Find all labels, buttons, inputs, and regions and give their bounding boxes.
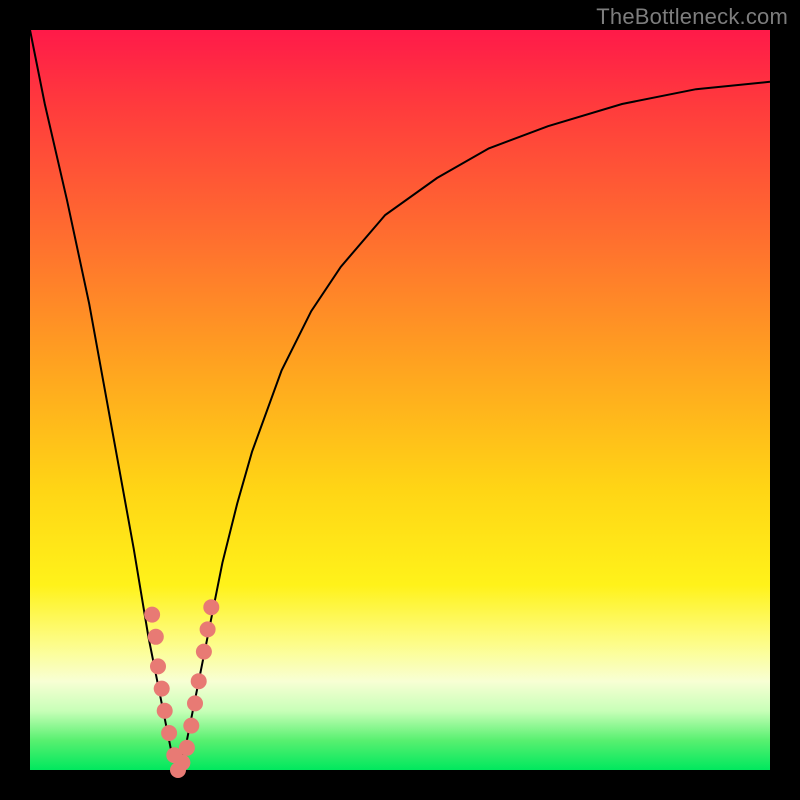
data-point <box>191 673 207 689</box>
data-point <box>157 703 173 719</box>
data-point <box>174 755 190 771</box>
data-point <box>203 599 219 615</box>
data-point <box>150 658 166 674</box>
data-point <box>200 621 216 637</box>
watermark-text: TheBottleneck.com <box>596 4 788 30</box>
data-point <box>179 740 195 756</box>
data-point <box>187 695 203 711</box>
data-point-cluster <box>144 599 219 778</box>
data-point <box>196 644 212 660</box>
data-point <box>154 681 170 697</box>
data-point <box>183 718 199 734</box>
data-point <box>148 629 164 645</box>
chart-plot-area <box>30 30 770 770</box>
chart-svg <box>30 30 770 770</box>
data-point <box>161 725 177 741</box>
bottleneck-curve <box>30 30 770 770</box>
data-point <box>144 607 160 623</box>
chart-frame: TheBottleneck.com <box>0 0 800 800</box>
